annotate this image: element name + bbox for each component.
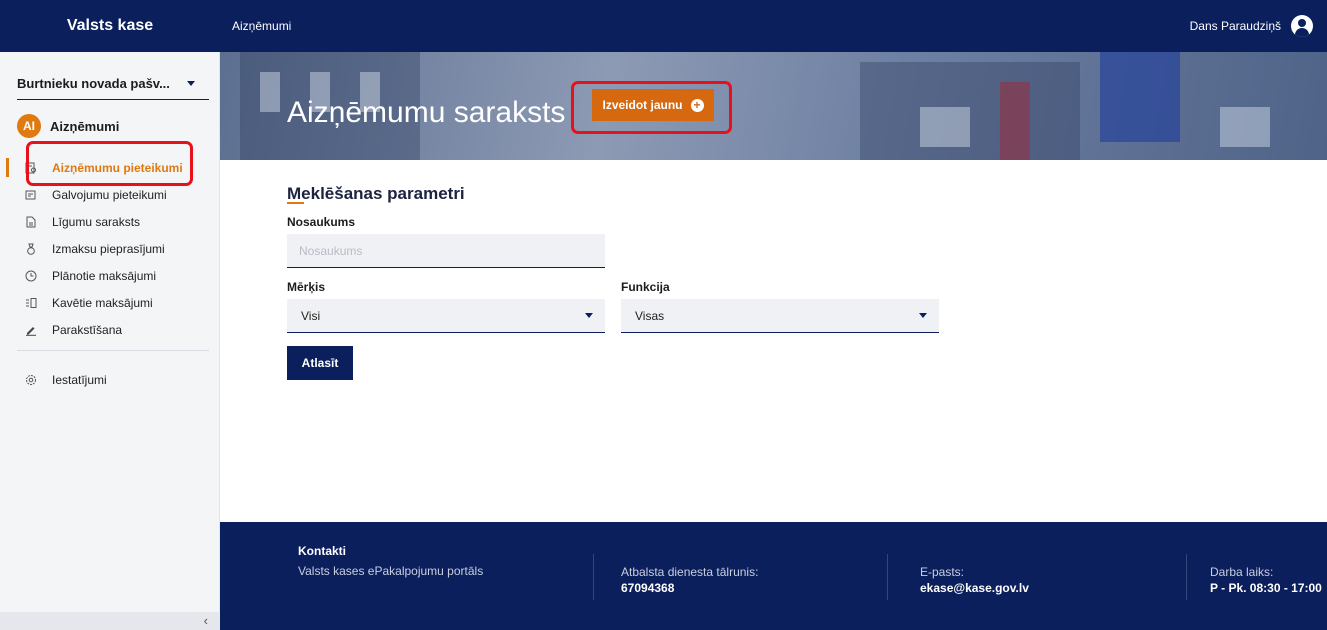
search-title: Meklēšanas parametri xyxy=(287,184,465,203)
sidebar-item-planotie-maksajumi[interactable]: Plānotie maksājumi xyxy=(0,262,220,289)
footer-email-link[interactable]: ekase@kase.gov.lv xyxy=(920,581,1029,595)
sidebar-item-iestatijumi[interactable]: Iestatījumi xyxy=(0,366,220,393)
signature-icon xyxy=(25,324,37,336)
footer-phone-label: Atbalsta dienesta tālrunis: xyxy=(621,565,759,579)
sidebar-item-label: Plānotie maksājumi xyxy=(52,268,157,283)
title-underline xyxy=(287,202,304,204)
section-title: Aizņēmumi xyxy=(50,118,120,134)
organization-name: Burtnieku novada pašv... xyxy=(17,76,170,91)
goal-select-value: Visi xyxy=(301,308,321,323)
organization-select[interactable]: Burtnieku novada pašv... xyxy=(17,68,209,100)
goal-select[interactable]: Visi xyxy=(287,299,605,333)
sidebar-item-parakstisana[interactable]: Parakstīšana xyxy=(0,316,220,343)
footer-email-label: E-pasts: xyxy=(920,565,965,579)
top-bar: Valsts kase Aizņēmumi Dans Paraudziņš xyxy=(0,0,1327,52)
chevron-down-icon xyxy=(919,313,927,318)
filter-submit-button[interactable]: Atlasīt xyxy=(287,346,353,380)
sidebar-item-kavetie-maksajumi[interactable]: Kavētie maksājumi xyxy=(0,289,220,316)
sidebar-item-izmaksu-pieprasijumi[interactable]: Izmaksu pieprasījumi xyxy=(0,235,220,262)
section-header: AI Aizņēmumi xyxy=(17,114,119,138)
clock-icon xyxy=(25,270,37,282)
page-title: Aizņēmumu saraksts xyxy=(287,96,566,129)
chevron-down-icon xyxy=(585,313,593,318)
window-image xyxy=(920,107,970,147)
footer-portal-name: Valsts kases ePakalpojumu portāls xyxy=(298,564,484,578)
flag-image xyxy=(1000,82,1030,160)
footer-hours-label: Darba laiks: xyxy=(1210,565,1274,579)
gear-icon xyxy=(25,374,37,386)
footer-divider xyxy=(1186,554,1187,600)
building-image xyxy=(860,62,1080,160)
sidebar-settings: Iestatījumi xyxy=(0,366,220,393)
footer-contacts-title: Kontakti xyxy=(298,544,346,558)
section-avatar: AI xyxy=(17,114,41,138)
footer-email: E-pasts: ekase@kase.gov.lv xyxy=(920,565,1029,595)
sidebar-item-label: Parakstīšana xyxy=(52,322,123,337)
eu-flag-image xyxy=(1100,52,1180,142)
goal-label: Mērķis xyxy=(287,280,326,294)
window-image xyxy=(260,72,280,112)
sidebar-item-label: Izmaksu pieprasījumi xyxy=(52,241,165,256)
breadcrumb[interactable]: Aizņēmumi xyxy=(232,0,291,52)
function-label: Funkcija xyxy=(621,280,670,294)
sidebar-collapse-button[interactable]: ‹ xyxy=(0,612,220,630)
brand-logo[interactable]: Valsts kase xyxy=(0,0,220,52)
footer-contacts: Kontakti Valsts kases ePakalpojumu portā… xyxy=(298,544,483,578)
sidebar-divider xyxy=(17,350,209,351)
footer-phone-number[interactable]: 67094368 xyxy=(621,581,758,595)
window-image xyxy=(1220,107,1270,147)
user-account-icon[interactable] xyxy=(1291,15,1313,37)
name-label: Nosaukums xyxy=(287,215,356,229)
footer-phone: Atbalsta dienesta tālrunis: 67094368 xyxy=(621,565,758,595)
footer-divider xyxy=(593,554,594,600)
user-name: Dans Paraudziņš xyxy=(1189,19,1281,33)
footer: Kontakti Valsts kases ePakalpojumu portā… xyxy=(220,522,1327,630)
chevron-left-icon: ‹ xyxy=(203,613,208,628)
highlight-box-create xyxy=(571,81,732,134)
sidebar-item-label: Galvojumu pieteikumi xyxy=(52,187,167,202)
late-payment-icon xyxy=(25,297,37,309)
sidebar-item-ligumu-saraksts[interactable]: Līgumu saraksts xyxy=(0,208,220,235)
sidebar-item-label: Kavētie maksājumi xyxy=(52,295,153,310)
footer-divider xyxy=(887,554,888,600)
document-icon xyxy=(25,216,37,228)
guarantee-icon xyxy=(25,189,37,201)
user-menu[interactable]: Dans Paraudziņš xyxy=(1190,0,1313,52)
hero-banner: Aizņēmumu saraksts Izveidot jaunu + xyxy=(220,52,1327,160)
name-input[interactable]: Nosaukums xyxy=(287,234,605,268)
sidebar: Burtnieku novada pašv... AI Aizņēmumi Ai… xyxy=(0,52,220,630)
sidebar-item-label: Iestatījumi xyxy=(52,372,107,387)
function-select[interactable]: Visas xyxy=(621,299,939,333)
money-bag-icon xyxy=(25,243,37,255)
sidebar-item-label: Līgumu saraksts xyxy=(52,214,141,229)
footer-hours: Darba laiks: P - Pk. 08:30 - 17:00 xyxy=(1210,565,1322,595)
chevron-down-icon xyxy=(187,81,195,86)
footer-hours-value: P - Pk. 08:30 - 17:00 xyxy=(1210,581,1322,595)
highlight-box-sidebar xyxy=(26,141,193,186)
function-select-value: Visas xyxy=(635,308,665,323)
